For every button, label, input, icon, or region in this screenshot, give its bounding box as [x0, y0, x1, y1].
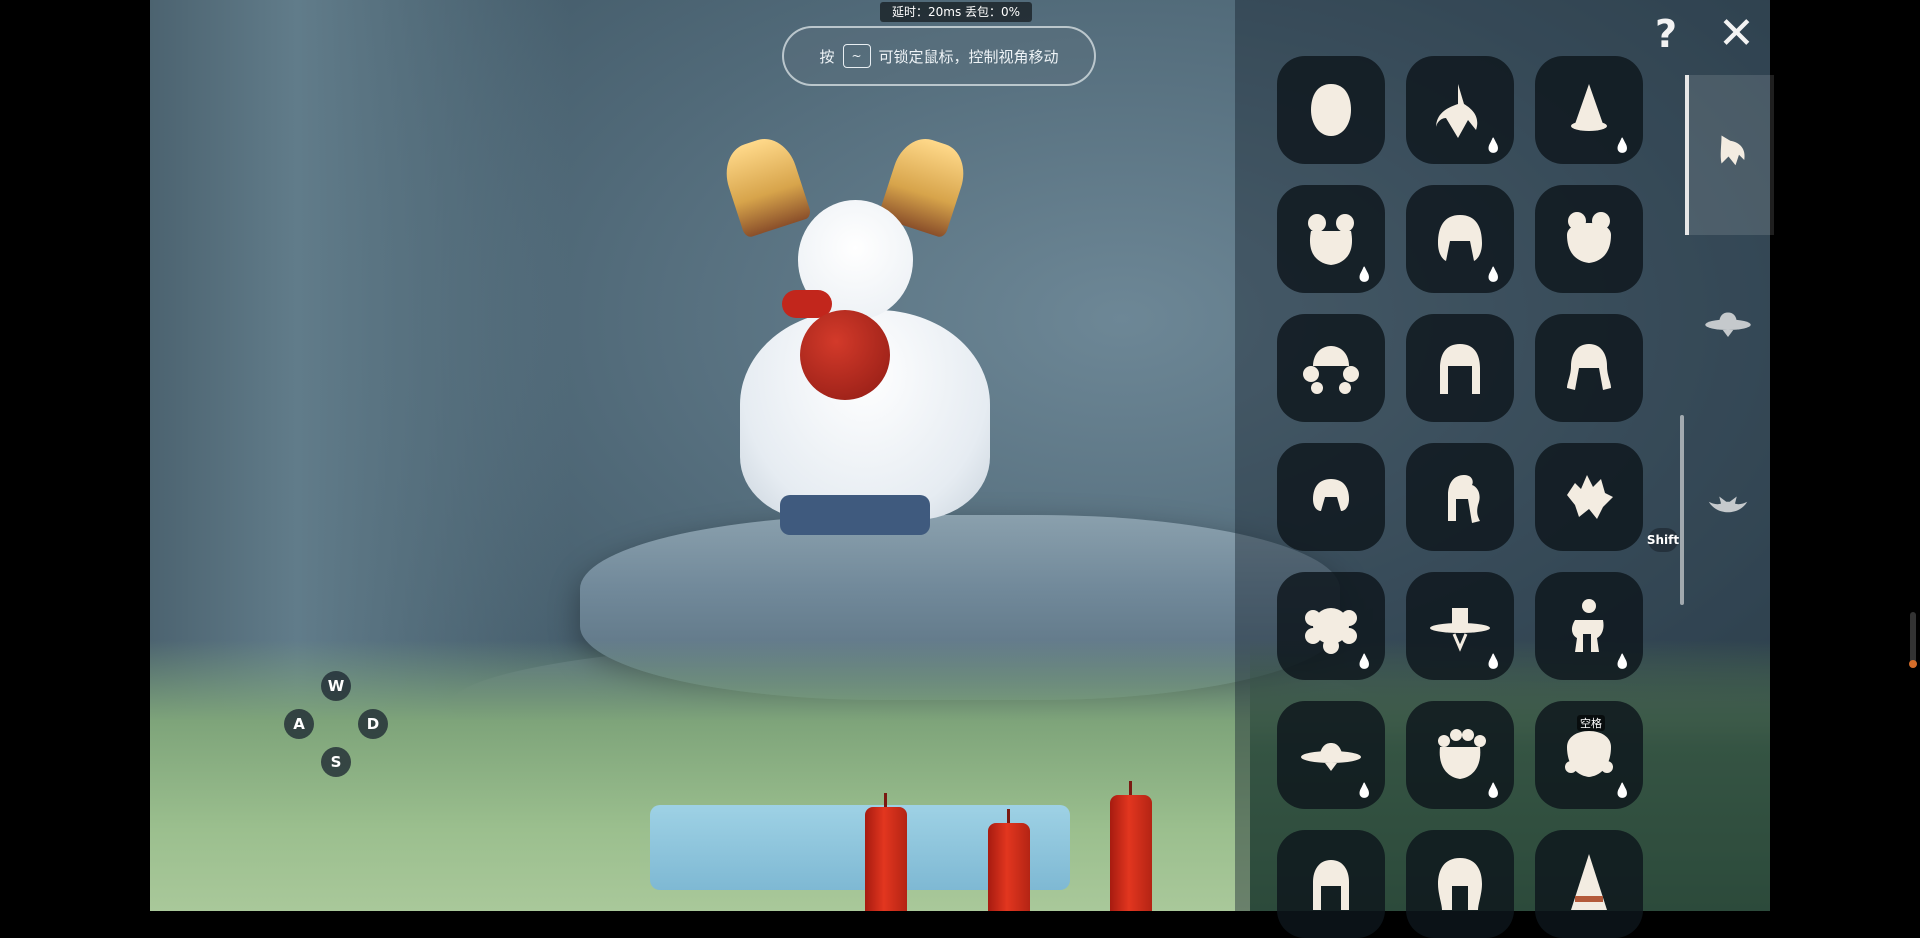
move-key-d[interactable]: D — [358, 709, 388, 739]
candle-cost-icon: 💧 — [1355, 654, 1373, 670]
shift-key-hint[interactable]: Shift — [1647, 528, 1679, 552]
candle-cost-icon: 💧 — [1613, 783, 1631, 799]
close-button[interactable]: ✕ — [1718, 12, 1755, 56]
grid-scrollbar[interactable] — [1680, 415, 1684, 605]
hint-text: 可锁定鼠标，控制视角移动 — [878, 47, 1059, 66]
network-status: 延时：20ms 丢包：0% — [880, 2, 1033, 22]
move-key-w[interactable]: W — [321, 671, 351, 701]
side-ponytail-hair-icon — [1428, 465, 1492, 529]
cosmetic-slot[interactable]: 💧 — [1406, 56, 1514, 164]
wide-brim-hat-icon — [1428, 594, 1492, 658]
wavy-long-hair-icon — [1428, 852, 1492, 916]
cosmetic-slot[interactable]: 💧 — [1406, 701, 1514, 809]
cosmetic-slot[interactable] — [1535, 185, 1643, 293]
cosmetic-slot[interactable]: 💧 — [1277, 572, 1385, 680]
double-bun-hair-icon — [1557, 207, 1621, 271]
red-gift-bag — [800, 310, 890, 400]
player-character — [717, 131, 1020, 540]
ponytail-hair-icon — [1428, 78, 1492, 142]
saucer-hat-icon — [1299, 723, 1363, 787]
cosmetic-slot[interactable]: 💧 — [1406, 185, 1514, 293]
candle-cost-icon: 💧 — [1355, 267, 1373, 283]
top-knot-hair-icon — [1557, 594, 1621, 658]
help-button[interactable]: ? — [1655, 12, 1677, 56]
hood-icon — [1299, 78, 1363, 142]
red-candle[interactable] — [865, 793, 907, 911]
mouse-lock-hint: 按 ~ 可锁定鼠标，控制视角移动 — [782, 26, 1096, 86]
cosmetic-slot[interactable] — [1277, 443, 1385, 551]
cosmetic-slot[interactable] — [1277, 314, 1385, 422]
tilde-key-icon: ~ — [842, 44, 871, 68]
cosmetic-slot[interactable] — [1406, 830, 1514, 938]
cosmetic-slot[interactable] — [1535, 830, 1643, 938]
cosmetic-slot[interactable] — [1277, 830, 1385, 938]
curly-mane-hair-icon — [1299, 594, 1363, 658]
bob-hair-icon — [1428, 207, 1492, 271]
cosmetic-slot[interactable]: 💧 — [1535, 56, 1643, 164]
twin-buns-hair-icon — [1299, 207, 1363, 271]
flower-crown-hair-icon — [1428, 723, 1492, 787]
cosmetic-slot[interactable]: 💧 — [1277, 701, 1385, 809]
hint-prefix: 按 — [819, 47, 835, 66]
cosmetic-slot[interactable] — [1277, 56, 1385, 164]
short-bob-hair-icon — [1299, 465, 1363, 529]
side-gauge — [1909, 612, 1917, 668]
character-legs — [780, 495, 930, 535]
candle-cost-icon: 💧 — [1484, 783, 1502, 799]
category-tab[interactable] — [1685, 429, 1770, 589]
horns-tab-icon — [1700, 479, 1756, 539]
candle-cost-icon: 💧 — [1355, 783, 1373, 799]
cosmetic-slot[interactable] — [1406, 314, 1514, 422]
cosmetic-slot[interactable]: 💧 空格 — [1535, 701, 1643, 809]
move-key-s[interactable]: S — [321, 747, 351, 777]
candle-cost-icon: 💧 — [1613, 654, 1631, 670]
category-tabs — [1685, 75, 1774, 911]
red-candle[interactable] — [988, 809, 1030, 911]
cosmetic-slot[interactable] — [1535, 443, 1643, 551]
hat-tab-icon — [1700, 302, 1756, 362]
pigtails-hair-icon — [1557, 336, 1621, 400]
hair-tab-icon — [1704, 125, 1760, 185]
category-tab[interactable] — [1685, 75, 1774, 235]
cosmetic-slot[interactable]: 💧 — [1406, 572, 1514, 680]
candle-cost-icon: 💧 — [1484, 138, 1502, 154]
spiky-hair-icon — [1557, 465, 1621, 529]
long-curls-hair-icon — [1428, 336, 1492, 400]
left-antler — [717, 131, 813, 239]
space-key-badge: 空格 — [1577, 715, 1605, 731]
cosmetic-slot[interactable]: 💧 — [1535, 572, 1643, 680]
wizard-hat-icon — [1557, 852, 1621, 916]
cosmetic-slot[interactable]: 💧 — [1277, 185, 1385, 293]
bun-ribbon-hair-icon — [1557, 723, 1621, 787]
candle-cost-icon: 💧 — [1613, 138, 1631, 154]
red-candle[interactable] — [1110, 781, 1152, 911]
move-key-a[interactable]: A — [284, 709, 314, 739]
candle-cost-icon: 💧 — [1484, 654, 1502, 670]
pointed-hat-icon — [1557, 78, 1621, 142]
cosmetic-slot[interactable] — [1406, 443, 1514, 551]
cosmetic-slot[interactable] — [1535, 314, 1643, 422]
candle-cost-icon: 💧 — [1484, 267, 1502, 283]
category-tab[interactable] — [1685, 252, 1770, 412]
braided-buns-hair-icon — [1299, 336, 1363, 400]
braid-hair-icon — [1299, 852, 1363, 916]
